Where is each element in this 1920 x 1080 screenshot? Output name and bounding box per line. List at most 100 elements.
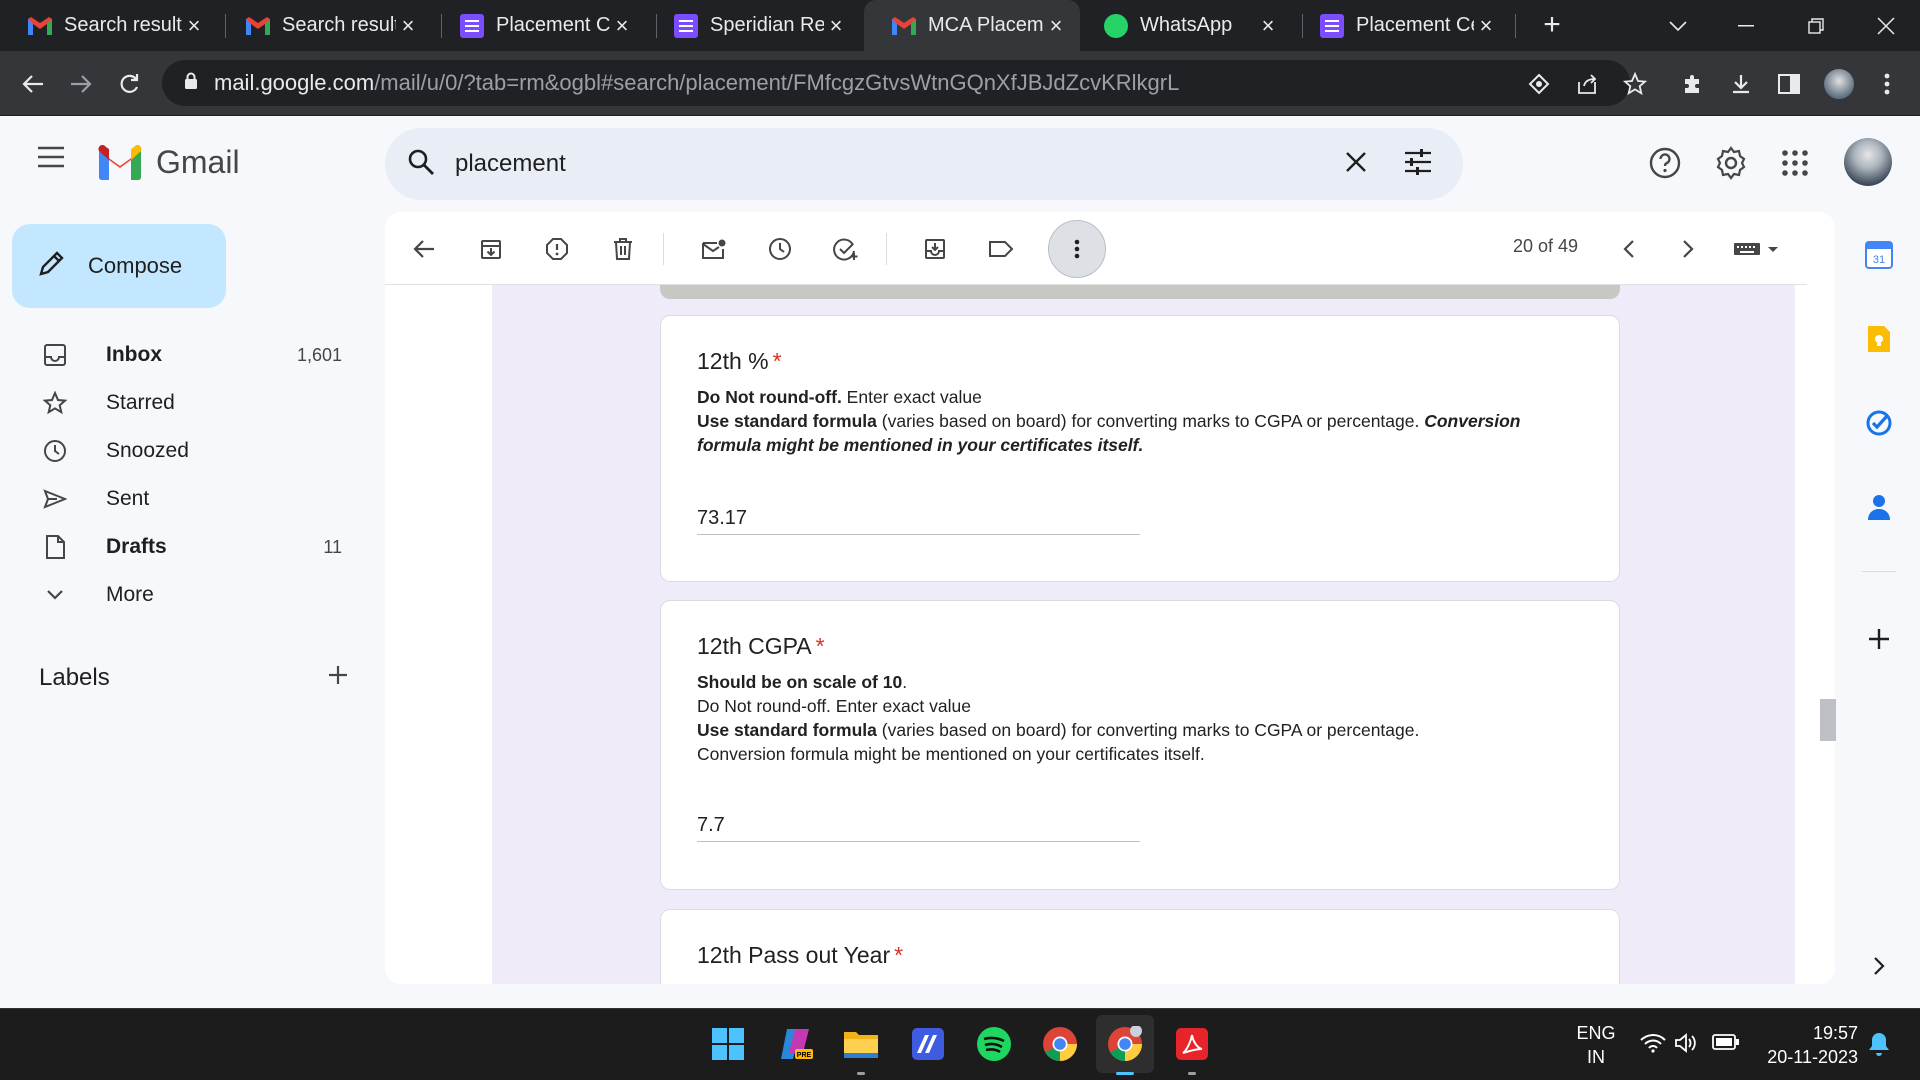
clock-datetime[interactable]: 19:57 20-11-2023 [1754,1021,1858,1069]
app-icon[interactable] [907,1023,949,1065]
older-chevron-right-icon[interactable] [1669,230,1707,268]
search-input[interactable]: placement [455,150,1345,178]
calendar-icon[interactable]: 31 [1860,236,1898,274]
browser-tab[interactable]: Search results × [0,0,218,51]
close-tab-icon[interactable]: × [1044,13,1068,39]
main-menu-icon[interactable] [36,146,66,173]
more-options-button[interactable] [1048,220,1106,278]
close-tab-icon[interactable]: × [610,13,634,39]
windows-start-icon[interactable] [707,1023,749,1065]
inbox-icon [40,344,70,366]
share-icon[interactable] [1570,67,1604,101]
restore-icon[interactable] [1782,0,1850,51]
new-tab-button[interactable]: + [1535,8,1569,42]
scrollbar-thumb[interactable] [1820,699,1836,741]
mark-unread-icon[interactable] [695,230,733,268]
file-explorer-icon[interactable] [840,1023,882,1075]
settings-gear-icon[interactable] [1714,146,1748,185]
delete-trash-icon[interactable] [604,230,642,268]
nav-item-inbox[interactable]: Inbox 1,601 [0,331,360,379]
browser-tab[interactable]: Placement Cel × [432,0,646,51]
label-tag-icon[interactable] [982,230,1020,268]
forward-arrow-icon[interactable] [64,67,98,101]
browser-tab[interactable]: Placement Cel × [1292,0,1510,51]
gmail-icon [892,14,916,38]
message-toolbar: 20 of 49 [385,212,1807,285]
lock-icon[interactable] [184,72,198,95]
report-spam-icon[interactable] [538,230,576,268]
address-bar[interactable]: mail.google.com/mail/u/0/?tab=rm&ogbl#se… [162,60,1630,106]
chrome-icon[interactable] [1039,1023,1081,1065]
pencil-icon [38,249,66,283]
gmail-header: Gmail placement [0,116,1920,212]
extensions-icon[interactable] [1676,67,1710,101]
add-label-icon[interactable] [327,664,349,693]
chrome-profile-icon[interactable] [1096,1015,1154,1075]
close-tab-icon[interactable]: × [182,13,206,39]
nav-item-starred[interactable]: Starred [0,379,360,427]
answer-field[interactable]: 73.17 [697,507,1140,535]
move-to-icon[interactable] [916,230,954,268]
newer-chevron-left-icon[interactable] [1610,230,1648,268]
input-tools-keyboard-icon[interactable] [1725,230,1787,268]
star-icon [40,391,70,415]
close-tab-icon[interactable]: × [824,13,848,39]
contacts-icon[interactable] [1860,488,1898,526]
google-lens-icon[interactable] [1522,67,1556,101]
minimize-icon[interactable] [1712,0,1780,51]
add-task-icon[interactable] [827,230,865,268]
browser-tab-strip: Search results × Search results × Placem… [0,0,1920,51]
battery-icon[interactable] [1712,1034,1740,1055]
close-tab-icon[interactable]: × [396,13,420,39]
browser-tab[interactable]: Speridian Reci × [646,0,860,51]
notification-bell-icon[interactable] [1868,1031,1890,1062]
nav-item-sent[interactable]: Sent [0,475,360,523]
browser-tab-active[interactable]: MCA Placemen × [864,0,1080,51]
clear-search-icon[interactable] [1345,151,1367,178]
reload-icon[interactable] [112,67,146,101]
answer-field[interactable]: 7.7 [697,814,1140,842]
draft-file-icon [40,535,70,559]
question-help-text: Should be on scale of 10. Do Not round-o… [697,672,1420,764]
question-help-text: Do Not round-off. Enter exact value Use … [697,387,1521,455]
nav-item-snoozed[interactable]: Snoozed [0,427,360,475]
copilot-icon[interactable]: PRE [776,1023,818,1065]
apps-grid-icon[interactable] [1782,150,1808,181]
close-tab-icon[interactable]: × [1474,13,1498,39]
show-side-panel-chevron-icon[interactable] [1860,947,1898,985]
language-indicator[interactable]: ENG IN [1570,1021,1622,1069]
spotify-icon[interactable] [973,1023,1015,1065]
search-icon[interactable] [407,148,435,181]
bookmark-star-icon[interactable] [1618,67,1652,101]
forms-icon [460,13,484,38]
tasks-icon[interactable] [1860,404,1898,442]
gmail-icon [246,14,270,38]
keep-icon[interactable] [1860,320,1898,358]
profile-avatar[interactable] [1822,67,1856,101]
nav-item-more[interactable]: More [0,571,360,619]
help-icon[interactable] [1648,146,1682,185]
back-to-list-icon[interactable] [405,230,443,268]
forms-icon [1320,13,1344,38]
close-window-icon[interactable] [1852,0,1920,51]
account-avatar[interactable] [1844,138,1892,186]
nav-item-drafts[interactable]: Drafts 11 [0,523,360,571]
close-tab-icon[interactable]: × [1256,13,1280,39]
wifi-icon[interactable] [1640,1033,1666,1058]
compose-button[interactable]: Compose [12,224,226,308]
back-arrow-icon[interactable] [16,67,50,101]
side-panel-icon[interactable] [1772,67,1806,101]
browser-menu-icon[interactable] [1870,67,1904,101]
browser-tab[interactable]: Search results × [218,0,432,51]
get-addons-plus-icon[interactable] [1860,620,1898,658]
tab-search-icon[interactable] [1644,0,1712,51]
archive-icon[interactable] [472,230,510,268]
svg-text:PRE: PRE [797,1052,812,1059]
snooze-clock-icon[interactable] [761,230,799,268]
gmail-logo[interactable]: Gmail [96,144,240,181]
volume-icon[interactable] [1674,1033,1698,1058]
browser-tab[interactable]: WhatsApp × [1076,0,1292,51]
search-options-icon[interactable] [1403,148,1433,180]
download-icon[interactable] [1724,67,1758,101]
acrobat-pdf-icon[interactable] [1171,1023,1213,1075]
